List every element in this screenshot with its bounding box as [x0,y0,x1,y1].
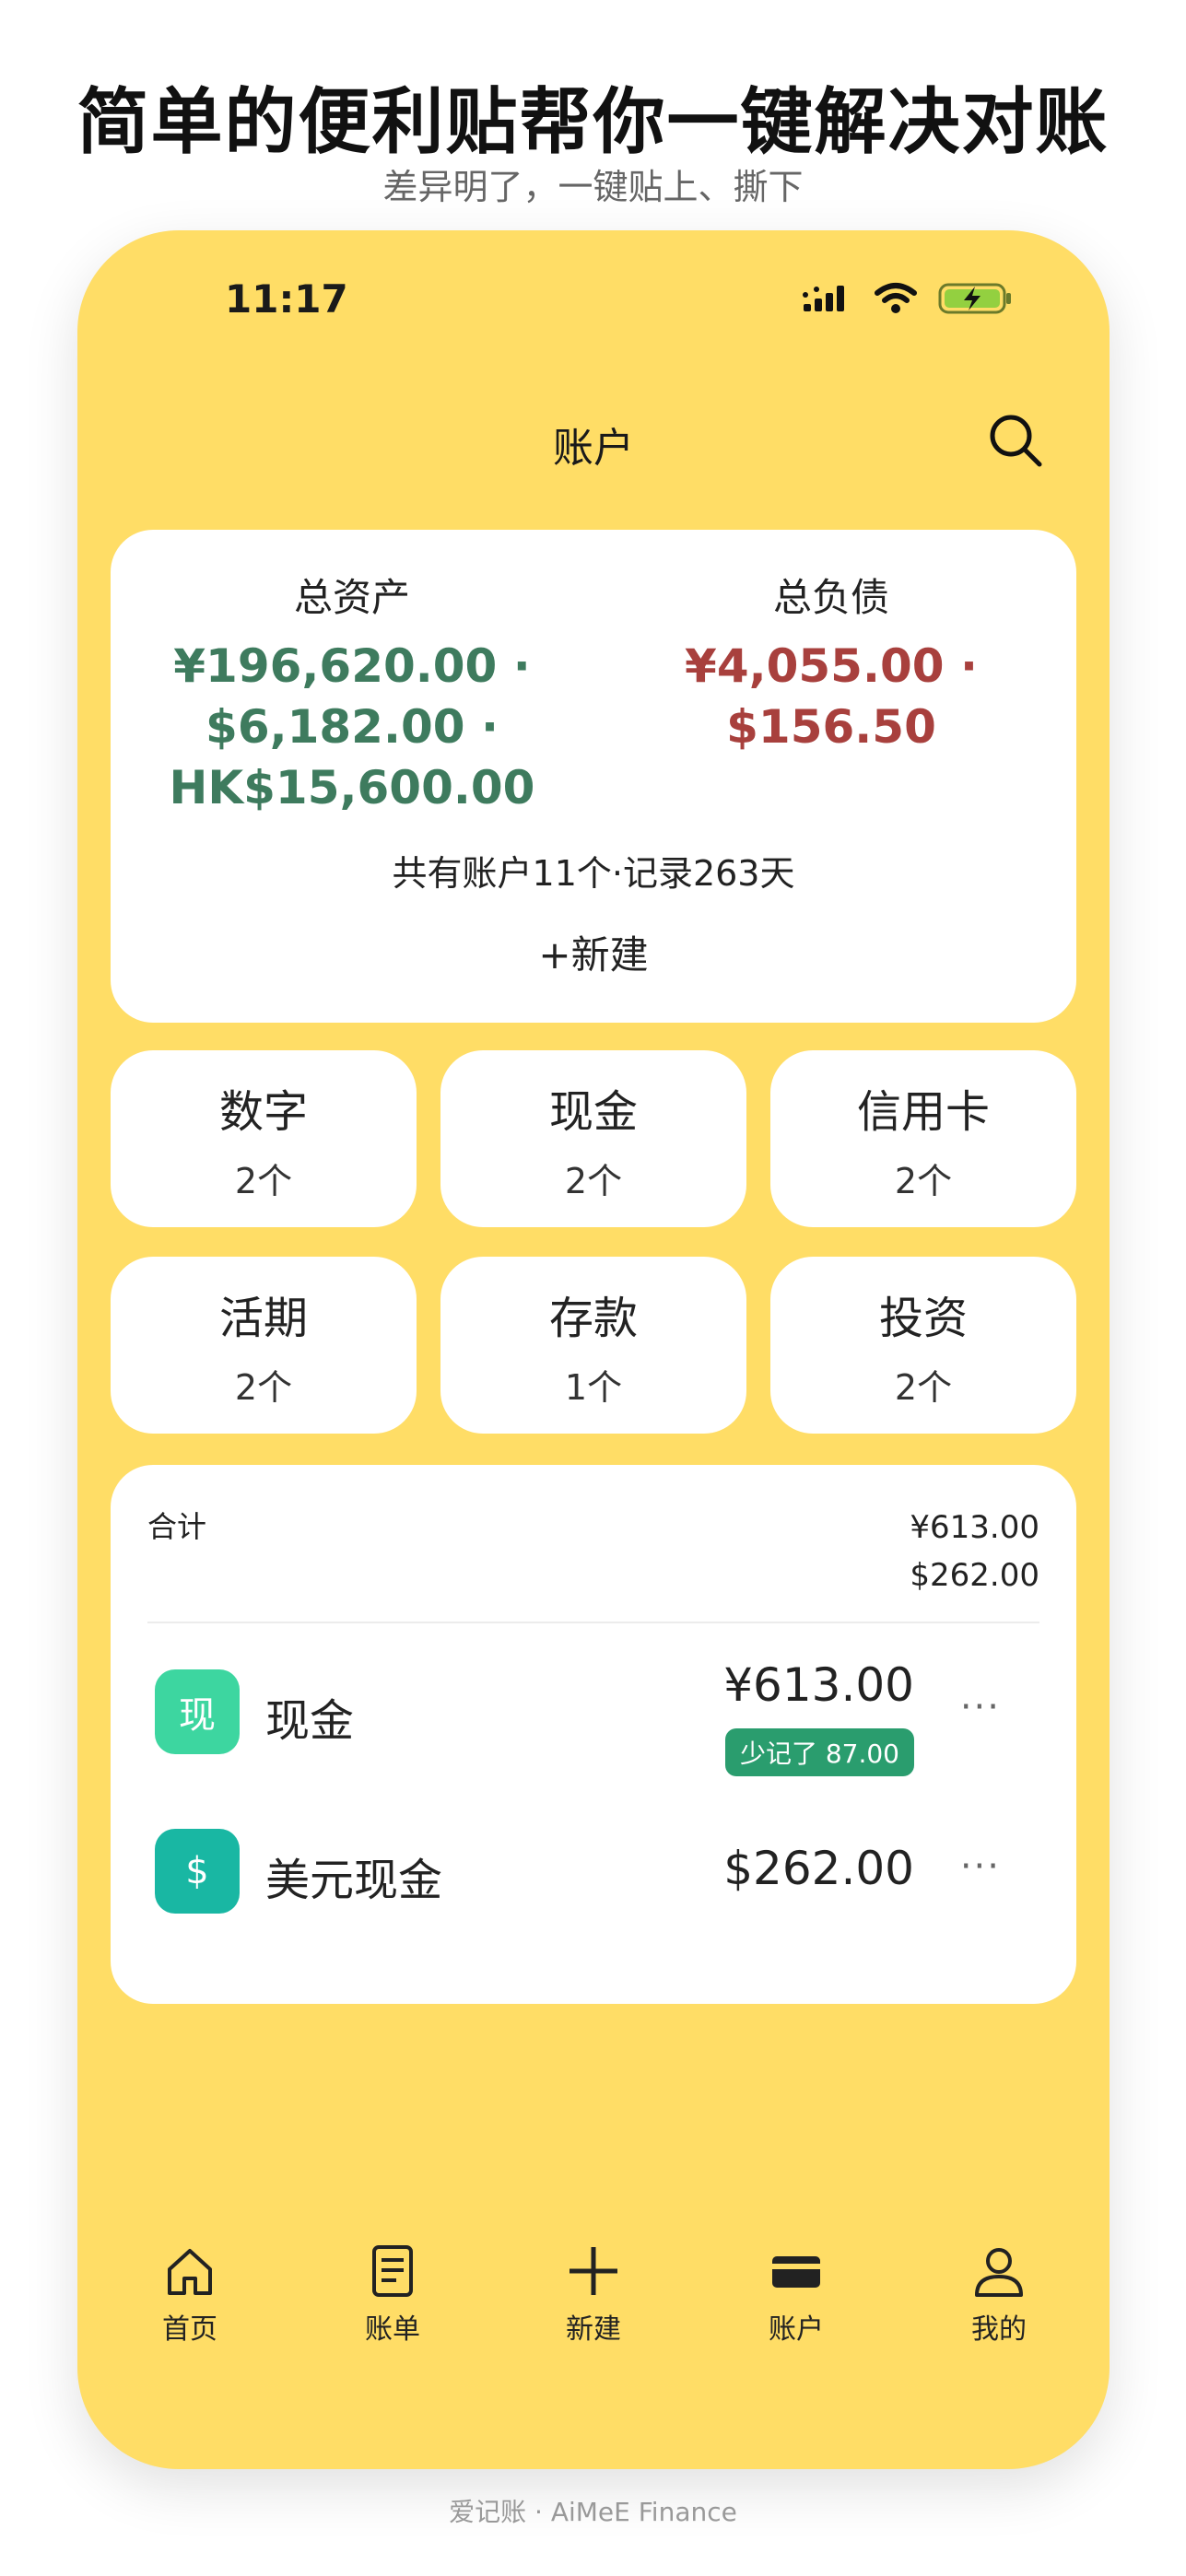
total-label: 合计 [147,1509,207,1544]
tab-home[interactable]: 首页 [116,2243,264,2347]
category-name: 存款 [548,1292,638,1344]
category-cash[interactable]: 现金 2个 [440,1050,746,1227]
category-name: 投资 [878,1292,968,1344]
account-stats: 共有账户11个·记录263天 [392,853,795,894]
total-liabilities-cny: ¥4,055.00 · [685,639,978,693]
tab-new[interactable]: 新建 [520,2243,667,2347]
reconcile-note-badge[interactable]: 少记了 87.00 [724,1728,914,1776]
card-icon [772,2256,820,2288]
total-assets-usd: $6,182.00 · [205,700,499,754]
user-icon [975,2248,1023,2297]
tab-bar: 首页 账单 新建 账户 我的 [77,2243,1110,2382]
category-count: 1个 [564,1366,623,1408]
account-name: 现金 [265,1695,355,1747]
tab-accounts[interactable]: 账户 [722,2243,870,2347]
more-options-button[interactable]: ··· [960,1686,1001,1728]
more-options-button[interactable]: ··· [960,1845,1001,1888]
wifi-icon [875,283,917,313]
bill-icon [372,2245,413,2297]
category-count: 2个 [564,1160,623,1201]
new-account-button[interactable]: +新建 [111,924,1076,980]
tab-label: 我的 [971,2313,1027,2346]
summary-card: 总资产 ¥196,620.00 · $6,182.00 · HK$15,600.… [111,530,1076,1023]
home-icon [168,2249,212,2295]
plus-icon [570,2247,617,2295]
tab-bills[interactable]: 账单 [319,2243,466,2347]
phone-screen: 11:17 账户 总资产 ¥196,620.00 · $6,182.00 · H… [77,230,1110,2469]
page-title: 账户 [553,425,634,472]
account-name: 美元现金 [265,1855,443,1906]
tab-me[interactable]: 我的 [925,2243,1073,2347]
total-assets-title: 总资产 [293,575,410,620]
total-cny: ¥613.00 [910,1509,1039,1546]
total-values: ¥613.00 $262.00 [910,1504,1039,1599]
total-liabilities-usd: $156.50 [726,700,936,754]
account-list-card: 合计 ¥613.00 $262.00 现 现金 ¥613.00 少记了 87.0… [111,1465,1076,2004]
category-count: 2个 [894,1160,953,1201]
footer-brand: 爱记账 · AiMeE Finance [449,2497,737,2527]
category-investment[interactable]: 投资 2个 [770,1257,1076,1434]
tab-label: 账户 [769,2313,824,2346]
category-digital[interactable]: 数字 2个 [111,1050,417,1227]
account-amount: ¥613.00 [723,1658,914,1712]
total-assets-cny: ¥196,620.00 · [173,639,531,693]
battery-charging-icon [938,283,1011,314]
cash-account-icon: 现 [155,1669,240,1754]
category-credit-card[interactable]: 信用卡 2个 [770,1050,1076,1227]
status-icons [802,278,1014,319]
category-count: 2个 [234,1366,293,1408]
search-button[interactable] [986,411,1045,470]
total-usd: $262.00 [910,1557,1039,1594]
account-row-cash[interactable]: 现 现金 ¥613.00 少记了 87.00 ··· [111,1658,1076,1798]
category-deposit[interactable]: 存款 1个 [440,1257,746,1434]
tab-label: 新建 [566,2313,621,2346]
promo-headline: 简单的便利贴帮你一键解决对账 [76,81,1110,164]
category-name: 活期 [218,1292,308,1344]
total-liabilities[interactable]: 总负债 ¥4,055.00 · $156.50 [627,567,1036,757]
total-liabilities-title: 总负债 [772,575,889,620]
search-icon [990,415,1042,467]
category-name: 数字 [218,1085,308,1138]
account-row-usd-cash[interactable]: $ 美元现金 $262.00 ··· [111,1829,1076,1958]
status-time: 11:17 [225,276,348,322]
promo-subline: 差异明了，一键贴上、撕下 [382,167,804,207]
tab-label: 首页 [162,2313,217,2346]
tab-label: 账单 [365,2313,420,2346]
account-amount: $262.00 [723,1842,914,1895]
category-name: 现金 [548,1085,638,1138]
signal-icon [803,286,844,311]
total-assets[interactable]: 总资产 ¥196,620.00 · $6,182.00 · HK$15,600.… [147,567,557,818]
usd-account-icon: $ [155,1829,240,1914]
category-name: 信用卡 [856,1085,990,1138]
total-assets-hkd: HK$15,600.00 [169,761,535,814]
category-current[interactable]: 活期 2个 [111,1257,417,1434]
category-count: 2个 [894,1366,953,1408]
category-count: 2个 [234,1160,293,1201]
divider [147,1622,1039,1623]
